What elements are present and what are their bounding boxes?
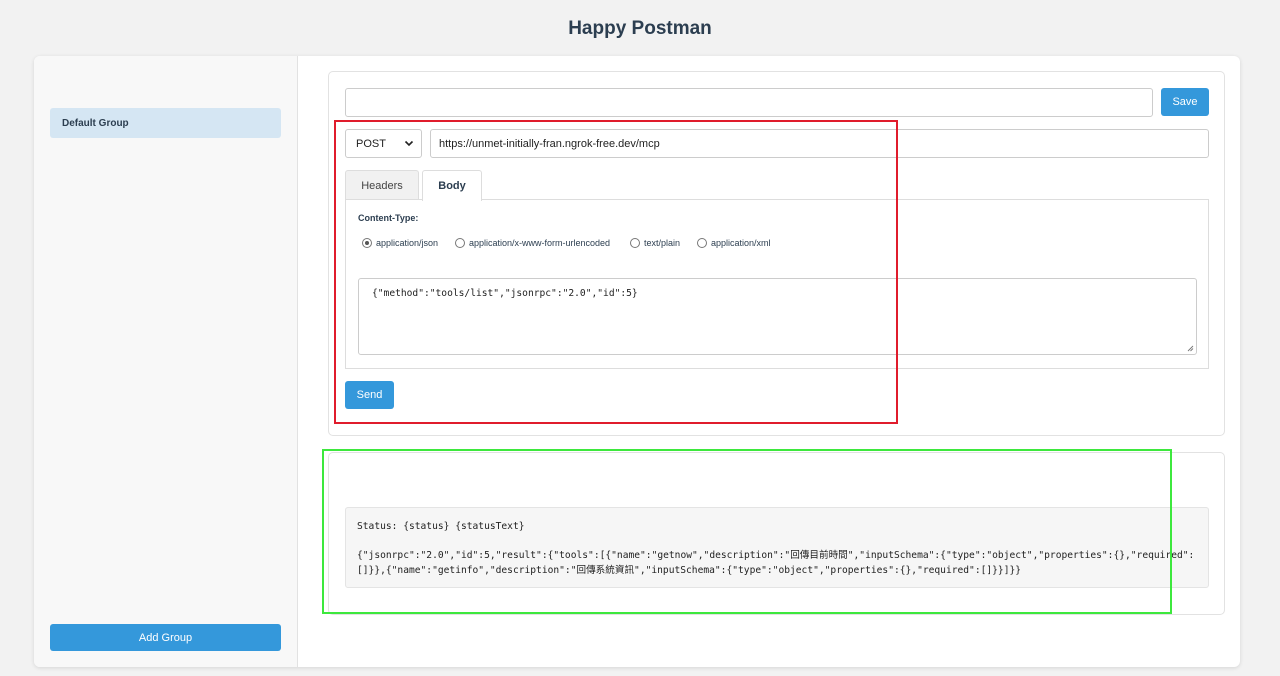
tab-headers[interactable]: Headers	[345, 170, 419, 200]
radio-label: application/json	[376, 238, 439, 248]
sidebar-group-default[interactable]: Default Group	[50, 108, 281, 138]
radio-unchecked-icon[interactable]	[630, 238, 640, 248]
radio-text-plain[interactable]: text/plain	[630, 238, 680, 248]
request-body-textarea[interactable]: {"method":"tools/list","jsonrpc":"2.0","…	[358, 278, 1197, 355]
chevron-down-icon	[404, 140, 414, 147]
request-name-input[interactable]	[345, 88, 1153, 117]
request-panel: Save POST https://unmet-initially-fran.n…	[328, 71, 1225, 436]
radio-unchecked-icon[interactable]	[455, 238, 465, 248]
radio-form-urlencoded[interactable]: application/x-www-form-urlencoded	[455, 238, 610, 248]
response-status: Status: {status} {statusText}	[357, 521, 525, 532]
send-button[interactable]: Send	[345, 381, 394, 409]
request-body-text: {"method":"tools/list","jsonrpc":"2.0","…	[372, 288, 638, 299]
body-tab-content: Content-Type: application/json applicati…	[345, 199, 1209, 369]
radio-label: application/x-www-form-urlencoded	[469, 238, 611, 248]
response-panel: Status: {status} {statusText} {"jsonrpc"…	[328, 452, 1225, 615]
response-output: Status: {status} {statusText} {"jsonrpc"…	[345, 507, 1209, 588]
tab-body[interactable]: Body	[422, 170, 482, 201]
radio-checked-icon[interactable]	[362, 238, 372, 248]
url-input[interactable]: https://unmet-initially-fran.ngrok-free.…	[430, 129, 1209, 158]
method-select[interactable]: POST	[345, 129, 422, 158]
radio-application-xml[interactable]: application/xml	[697, 238, 771, 248]
content-type-label: Content-Type:	[358, 213, 419, 223]
radio-unchecked-icon[interactable]	[697, 238, 707, 248]
resize-grip-icon[interactable]	[1187, 345, 1194, 352]
radio-application-json[interactable]: application/json	[362, 238, 438, 248]
radio-label: application/xml	[711, 238, 771, 248]
method-select-value: POST	[356, 138, 386, 150]
save-button[interactable]: Save	[1161, 88, 1209, 116]
radio-label: text/plain	[644, 238, 681, 248]
add-group-button[interactable]: Add Group	[50, 624, 281, 651]
app-window: Default Group Add Group Save POST https:…	[34, 56, 1240, 667]
response-body: {"jsonrpc":"2.0","id":5,"result":{"tools…	[357, 549, 1195, 577]
sidebar: Default Group Add Group	[34, 56, 298, 667]
app-title: Happy Postman	[568, 18, 712, 39]
